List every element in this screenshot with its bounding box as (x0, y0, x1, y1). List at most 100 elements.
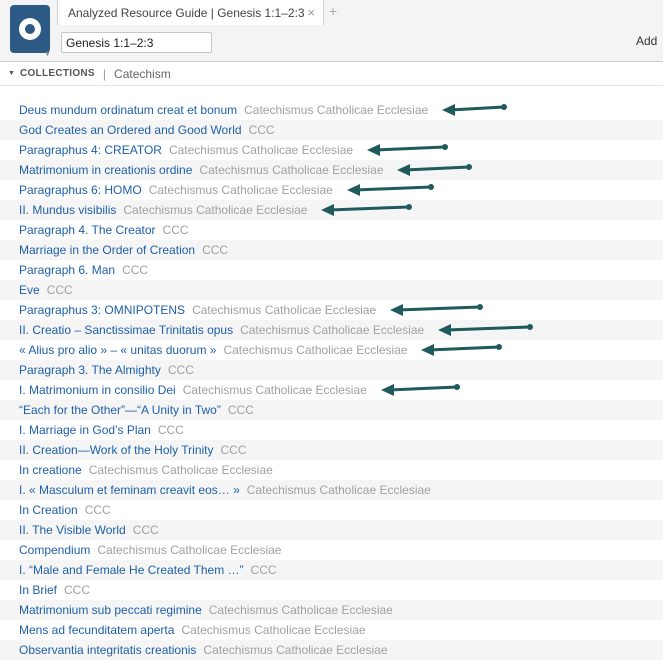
app-logo-icon[interactable] (10, 5, 50, 53)
result-link[interactable]: Paragraphus 6: HOMO (19, 183, 142, 197)
result-link[interactable]: I. « Masculum et feminam creavit eos… » (19, 483, 240, 497)
result-source: Catechismus Catholicae Ecclesiae (208, 603, 393, 617)
result-row: II. Mundus visibilis Catechismus Catholic… (0, 200, 663, 220)
result-source: CCC (227, 403, 254, 417)
result-link[interactable]: I. Marriage in God’s Plan (19, 423, 151, 437)
result-row: I. Marriage in God’s Plan CCC (0, 420, 663, 440)
result-source: CCC (64, 583, 91, 597)
result-link[interactable]: I. “Male and Female He Created Them …” (19, 563, 244, 577)
result-link[interactable]: II. Mundus visibilis (19, 203, 116, 217)
result-link[interactable]: God Creates an Ordered and Good World (19, 123, 242, 137)
result-source: CCC (250, 563, 277, 577)
result-row: Matrimonium sub peccati regimine Catechis… (0, 600, 663, 620)
result-link[interactable]: Paragraph 6. Man (19, 263, 115, 277)
result-source: Catechismus Catholicae Ecclesiae (123, 203, 308, 217)
result-row: Paragraph 6. Man CCC (0, 260, 663, 280)
result-source: CCC (84, 503, 111, 517)
result-row: II. Creatio – Sanctissimae Trinitatis op… (0, 320, 663, 340)
result-row: I. « Masculum et feminam creavit eos… » C… (0, 480, 663, 500)
result-source: CCC (248, 123, 275, 137)
result-row: Deus mundum ordinatum creat et bonum Cate… (0, 100, 663, 120)
result-source: CCC (162, 223, 189, 237)
result-source: CCC (122, 263, 149, 277)
reference-input[interactable] (61, 32, 212, 53)
result-source: CCC (202, 243, 229, 257)
result-source: Catechismus Catholicae Ecclesiae (182, 383, 367, 397)
result-row: Eve CCC (0, 280, 663, 300)
result-link[interactable]: Eve (19, 283, 40, 297)
result-row: In Creation CCC (0, 500, 663, 520)
result-row: Paragraphus 3: OMNIPOTENS Catechismus Cat… (0, 300, 663, 320)
result-link[interactable]: In creatione (19, 463, 82, 477)
result-source: Catechismus Catholicae Ecclesiae (240, 323, 425, 337)
result-source: Catechismus Catholicae Ecclesiae (192, 303, 377, 317)
result-row: Matrimonium in creationis ordine Catechis… (0, 160, 663, 180)
result-row: God Creates an Ordered and Good World CCC (0, 120, 663, 140)
result-row: I. Matrimonium in consilio Dei Catechismu… (0, 380, 663, 400)
result-source: Catechismus Catholicae Ecclesiae (199, 163, 384, 177)
tab-resource-guide[interactable]: Analyzed Resource Guide | Genesis 1:1–2:… (57, 0, 324, 25)
result-row: I. “Male and Female He Created Them …” CC… (0, 560, 663, 580)
add-button[interactable]: Add (636, 34, 657, 48)
result-row: “Each for the Other”—“A Unity in Two” CCC (0, 400, 663, 420)
result-source: CCC (220, 443, 247, 457)
logo-badge-icon (19, 18, 41, 40)
result-link[interactable]: II. Creation—Work of the Holy Trinity (19, 443, 214, 457)
result-row: Observantia integritatis creationis Catec… (0, 640, 663, 660)
result-row: In Brief CCC (0, 580, 663, 600)
result-link[interactable]: Matrimonium sub peccati regimine (19, 603, 202, 617)
result-row: II. The Visible World CCC (0, 520, 663, 540)
result-link[interactable]: Compendium (19, 543, 90, 557)
result-row: Paragraph 3. The Almighty CCC (0, 360, 663, 380)
result-row: Paragraphus 4: CREATOR Catechismus Cathol… (0, 140, 663, 160)
result-link[interactable]: In Brief (19, 583, 57, 597)
tab-title: Analyzed Resource Guide | Genesis 1:1–2:… (68, 5, 305, 20)
result-row: Paragraphus 6: HOMO Catechismus Catholica… (0, 180, 663, 200)
result-row: Compendium Catechismus Catholicae Ecclesi… (0, 540, 663, 560)
result-source: Catechismus Catholicae Ecclesiae (181, 623, 366, 637)
result-source: CCC (167, 363, 194, 377)
new-tab-icon[interactable]: + (329, 3, 337, 19)
result-link[interactable]: Mens ad fecunditatem aperta (19, 623, 174, 637)
result-source: Catechismus Catholicae Ecclesiae (223, 343, 408, 357)
result-source: Catechismus Catholicae Ecclesiae (88, 463, 273, 477)
result-source: Catechismus Catholicae Ecclesiae (244, 103, 429, 117)
tab-close-icon[interactable]: × (307, 5, 315, 20)
collections-value[interactable]: Catechism (114, 67, 171, 81)
result-link[interactable]: « Alius pro alio » – « unitas duorum » (19, 343, 216, 357)
result-source: CCC (157, 423, 184, 437)
result-row: Paragraph 4. The Creator CCC (0, 220, 663, 240)
result-source: Catechismus Catholicae Ecclesiae (203, 643, 388, 657)
result-source: Catechismus Catholicae Ecclesiae (97, 543, 282, 557)
result-link[interactable]: In Creation (19, 503, 78, 517)
result-source: Catechismus Catholicae Ecclesiae (148, 183, 333, 197)
collections-bar: ▼ COLLECTIONS | Catechism (0, 62, 663, 86)
result-source: Catechismus Catholicae Ecclesiae (168, 143, 354, 157)
result-row: « Alius pro alio » – « unitas duorum » Ca… (0, 340, 663, 360)
result-link[interactable]: Paragraphus 3: OMNIPOTENS (19, 303, 185, 317)
result-link[interactable]: I. Matrimonium in consilio Dei (19, 383, 176, 397)
collections-separator: | (102, 66, 107, 81)
result-link[interactable]: Matrimonium in creationis ordine (19, 163, 192, 177)
collections-label[interactable]: COLLECTIONS (20, 68, 95, 79)
top-toolbar: ▼ Analyzed Resource Guide | Genesis 1:1–… (0, 0, 663, 62)
result-row: Marriage in the Order of Creation CCC (0, 240, 663, 260)
result-row: Mens ad fecunditatem aperta Catechismus C… (0, 620, 663, 640)
result-link[interactable]: Paragraph 3. The Almighty (19, 363, 161, 377)
result-row: In creatione Catechismus Catholicae Eccle… (0, 460, 663, 480)
result-source: Catechismus Catholicae Ecclesiae (246, 483, 431, 497)
result-link[interactable]: Marriage in the Order of Creation (19, 243, 195, 257)
result-link[interactable]: Observantia integritatis creationis (19, 643, 196, 657)
result-link[interactable]: II. The Visible World (19, 523, 126, 537)
result-source: CCC (46, 283, 73, 297)
result-link[interactable]: “Each for the Other”—“A Unity in Two” (19, 403, 221, 417)
result-link[interactable]: Deus mundum ordinatum creat et bonum (19, 103, 237, 117)
results-list: Deus mundum ordinatum creat et bonum Cate… (0, 100, 663, 660)
result-row: II. Creation—Work of the Holy Trinity CCC (0, 440, 663, 460)
result-source: CCC (132, 523, 159, 537)
result-link[interactable]: Paragraphus 4: CREATOR (19, 143, 162, 157)
result-link[interactable]: II. Creatio – Sanctissimae Trinitatis op… (19, 323, 233, 337)
result-link[interactable]: Paragraph 4. The Creator (19, 223, 156, 237)
collapse-caret-icon[interactable]: ▼ (8, 70, 15, 77)
app-menu-caret-icon[interactable]: ▼ (44, 51, 51, 58)
